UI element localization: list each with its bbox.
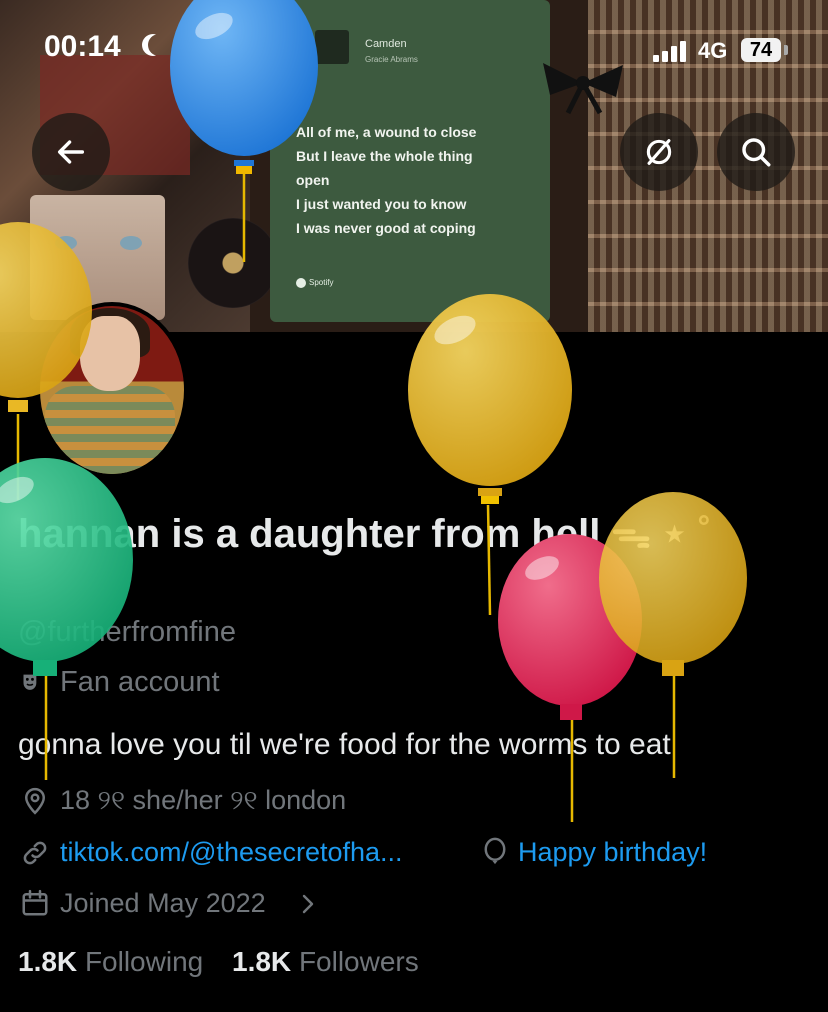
bow-icon [543,63,623,115]
signal-icon [653,40,691,62]
search-button[interactable] [717,113,795,191]
location-pin-icon [24,787,46,815]
spotify-icon [296,278,306,288]
following-count: 1.8K [18,946,78,977]
lyric-line: I was never good at coping [296,220,476,236]
search-icon [742,138,771,167]
following-label: Following [84,946,204,977]
link-icon [23,841,47,865]
birthday-text: Happy birthday! [518,837,708,867]
calendar-icon [22,889,48,916]
banner-eye [120,236,142,250]
sync-icon [646,139,672,165]
bio: gonna love you til we're food for the wo… [18,728,671,761]
lyric-line: But I leave the whole thing [296,148,473,164]
status-time: 00:14 [44,30,121,63]
balloon-yellow [408,294,572,616]
balloon-icon [484,837,506,865]
followers-stat[interactable]: 1.8K Followers [232,946,419,978]
avatar-sweater [45,386,175,474]
user-handle: @furtherfromfine [18,616,237,648]
lyric-line: All of me, a wound to close [296,124,477,140]
location-text: 18 ୨୧ she/her ୨୧ london [60,785,347,815]
vinyl-record-image [188,218,278,308]
joined-date[interactable]: Joined May 2022 [60,888,266,919]
avatar-face [80,316,140,391]
arrow-left-icon [57,140,85,164]
chevron-right-icon[interactable] [298,892,318,916]
battery-indicator: 74 [741,38,781,62]
moon-icon [148,34,170,56]
follow-sync-button[interactable] [620,113,698,191]
spotify-badge: Spotify [296,278,333,288]
lyric-line: open [296,172,330,188]
display-name: hannan is a daughter from hell ᯓ ⋆ ˚ [18,512,712,556]
following-stat[interactable]: 1.8K Following [18,946,203,978]
song-title: Camden [365,38,407,50]
website-link[interactable]: tiktok.com/@thesecretofha... [60,837,403,868]
back-button[interactable] [32,113,110,191]
theater-masks-icon [23,674,37,690]
profile-category: Fan account [60,666,220,698]
balloon-red [498,534,642,822]
banner-eye [55,236,77,250]
avatar[interactable] [36,302,188,478]
battery-tip [784,45,788,55]
followers-count: 1.8K [232,946,292,977]
banner-face-photo [30,195,165,320]
network-type: 4G [698,38,728,63]
followers-label: Followers [298,946,419,977]
song-artwork [315,30,349,64]
song-artist: Gracie Abrams [365,55,418,64]
lyric-line: I just wanted you to know [296,196,467,212]
spotify-label: Spotify [309,278,334,288]
